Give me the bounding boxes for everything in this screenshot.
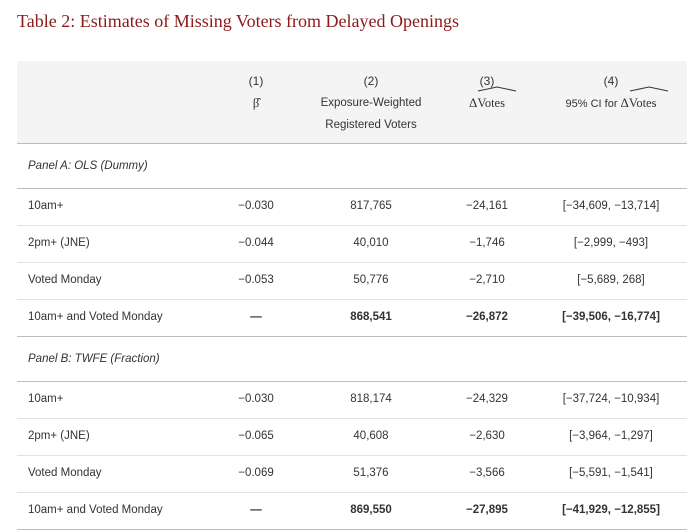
exposure-value: 51,376: [353, 467, 389, 479]
ci-value: [−34,609, −13,714]: [562, 200, 660, 212]
panel-label: Panel A: OLS (Dummy): [28, 160, 148, 172]
exposure-value: 40,010: [353, 237, 389, 249]
delta-votes-value: −27,895: [466, 504, 508, 516]
delta-votes-value: −24,161: [466, 200, 508, 212]
hat-accent-icon: [478, 86, 517, 92]
col1-symbol: β̂: [214, 92, 298, 115]
delta-votes-value: −26,872: [466, 311, 508, 323]
beta-value: −0.053: [238, 274, 274, 286]
exposure-value: 817,765: [350, 200, 392, 212]
ci-value: [−5,591, −1,541]: [569, 467, 653, 479]
table-row: 10am+ −0.030 818,174 −24,329 [−37,724, −10,9…: [17, 382, 687, 419]
row-label: 2pm+ (JNE): [28, 430, 90, 442]
exposure-value: 40,608: [353, 430, 389, 442]
table-row: 10am+ and Voted Monday — 868,541 −26,872 [−3…: [17, 300, 687, 337]
ci-value: [−2,999, −493]: [573, 237, 649, 249]
row-label: 10am+: [28, 393, 64, 405]
col4-symbol: 95% CI for Δ Votes: [537, 86, 685, 115]
header-col-2: (2) Exposure-Weighted Registered Voters: [301, 70, 441, 136]
col4-votes-word: Votes: [628, 96, 657, 110]
hat-accent-icon: [629, 86, 669, 92]
col2-line2: Registered Voters: [325, 119, 417, 131]
ci-value: [−37,724, −10,934]: [562, 393, 660, 405]
col4-votes-hat: Votes: [628, 86, 669, 114]
table-body: Panel A: OLS (Dummy) 10am+ −0.030 817,765 −2…: [17, 144, 687, 530]
col3-delta: Δ: [469, 95, 478, 110]
col3-symbol: Δ Votes: [447, 86, 527, 115]
beta-value: —: [250, 504, 262, 516]
exposure-value: 818,174: [350, 393, 392, 405]
table-row: Voted Monday −0.069 51,376 −3,566 [−5,591, −…: [17, 456, 687, 493]
ci-value: [−5,689, 268]: [577, 274, 645, 286]
row-label: Voted Monday: [28, 274, 102, 286]
exposure-value: 868,541: [350, 311, 392, 323]
row-label: 2pm+ (JNE): [28, 237, 90, 249]
header-col-3: (3) Δ Votes: [447, 70, 527, 115]
table-row: 10am+ and Voted Monday — 869,550 −27,895 [−4…: [17, 493, 687, 530]
exposure-value: 869,550: [350, 504, 392, 516]
header-col-1: (1) β̂: [214, 70, 298, 115]
col4-delta: Δ: [620, 95, 629, 110]
row-label: 10am+ and Voted Monday: [28, 504, 163, 516]
col3-votes-word: Votes: [477, 96, 505, 110]
delta-votes-value: −24,329: [466, 393, 508, 405]
col4-prefix: 95% CI for: [565, 98, 621, 110]
beta-value: −0.044: [238, 237, 274, 249]
panel-label: Panel B: TWFE (Fraction): [28, 353, 160, 365]
ci-value: [−39,506, −16,774]: [562, 311, 660, 323]
panel-header: Panel B: TWFE (Fraction): [17, 337, 687, 382]
beta-value: —: [250, 311, 262, 323]
col2-line1: Exposure-Weighted: [320, 97, 422, 109]
ci-value: [−41,929, −12,855]: [562, 504, 660, 516]
delta-votes-value: −3,566: [469, 467, 505, 479]
beta-value: −0.030: [238, 200, 274, 212]
table-row: 2pm+ (JNE) −0.065 40,608 −2,630 [−3,964, −1,…: [17, 419, 687, 456]
row-label: Voted Monday: [28, 467, 102, 479]
beta-value: −0.065: [238, 430, 274, 442]
delta-votes-value: −1,746: [469, 237, 505, 249]
table-header: (1) β̂ (2) Exposure-Weighted Registered …: [17, 61, 687, 144]
beta-value: −0.069: [238, 467, 274, 479]
table-row: 10am+ −0.030 817,765 −24,161 [−34,609, −13,7…: [17, 189, 687, 226]
row-label: 10am+: [28, 200, 64, 212]
beta-hat-symbol: β̂: [252, 96, 260, 110]
estimates-table: (1) β̂ (2) Exposure-Weighted Registered …: [17, 61, 687, 530]
header-col-4: (4) 95% CI for Δ Votes: [537, 70, 685, 115]
delta-votes-value: −2,630: [469, 430, 505, 442]
table-row: 2pm+ (JNE) −0.044 40,010 −1,746 [−2,999, −49…: [17, 226, 687, 263]
ci-value: [−3,964, −1,297]: [569, 430, 653, 442]
col2-number: (2): [363, 74, 379, 88]
exposure-value: 50,776: [353, 274, 389, 286]
table-row: Voted Monday −0.053 50,776 −2,710 [−5,689, 2…: [17, 263, 687, 300]
delta-votes-value: −2,710: [469, 274, 505, 286]
col3-votes-hat: Votes: [477, 86, 517, 114]
row-label: 10am+ and Voted Monday: [28, 311, 163, 323]
table-title: Table 2: Estimates of Missing Voters fro…: [17, 11, 460, 31]
beta-value: −0.030: [238, 393, 274, 405]
col1-number: (1): [248, 74, 264, 88]
panel-header: Panel A: OLS (Dummy): [17, 144, 687, 189]
